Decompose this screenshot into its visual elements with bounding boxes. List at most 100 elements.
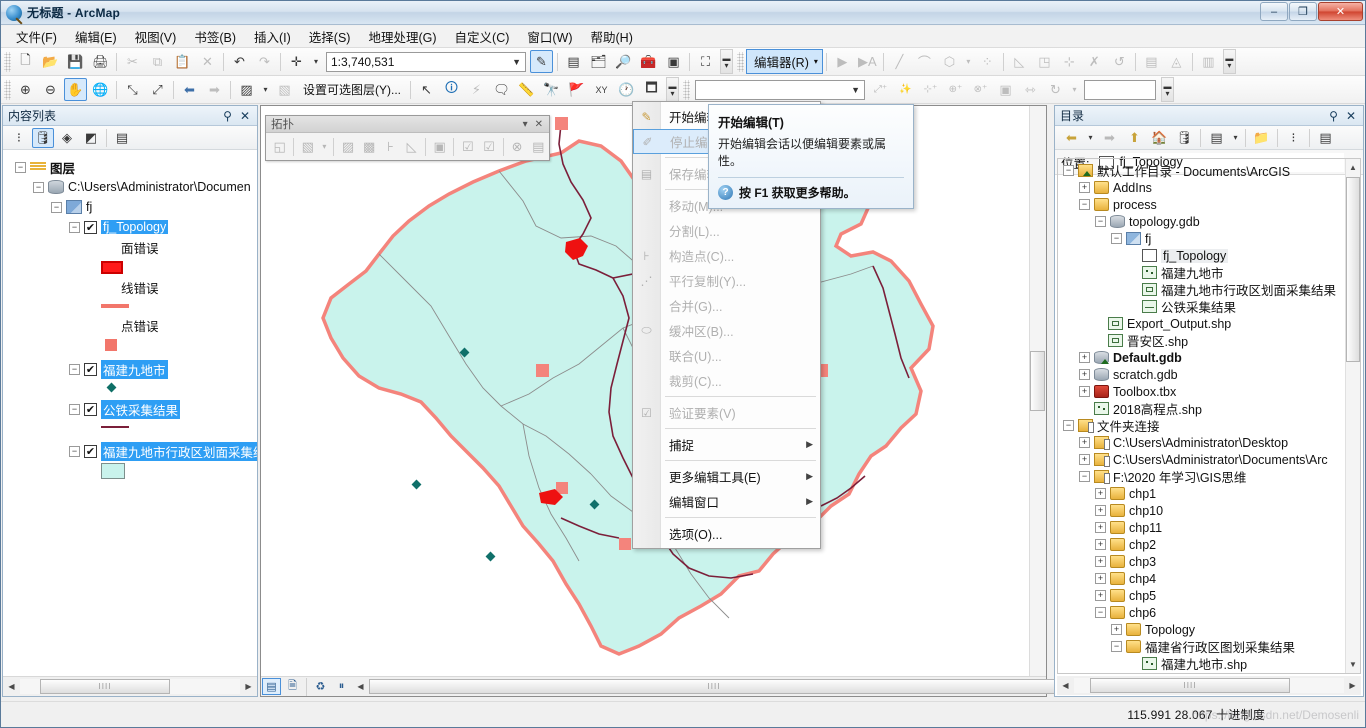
- expander-icon[interactable]: −: [1095, 216, 1106, 227]
- catalog-node[interactable]: − fj: [1061, 230, 1360, 247]
- menu-item-split[interactable]: 分割(L)...: [633, 218, 820, 243]
- fixed-zoom-out-icon[interactable]: ⤢: [146, 78, 169, 101]
- chevron-down-icon[interactable]: ▼: [512, 57, 521, 67]
- go-to-xy-icon[interactable]: XY: [590, 78, 613, 101]
- catalog-node[interactable]: + Toolbox.tbx: [1061, 383, 1360, 400]
- expander-icon[interactable]: +: [1079, 454, 1090, 465]
- fixed-zoom-in-icon[interactable]: ⤡: [121, 78, 144, 101]
- open-document-icon[interactable]: 📂: [39, 50, 62, 73]
- mirror-features-icon[interactable]: ⊹: [1058, 50, 1081, 73]
- snapping-toolbar-overflow-button[interactable]: ▬ ▾: [1161, 77, 1174, 102]
- sketch-properties-icon[interactable]: ◬: [1165, 50, 1188, 73]
- toc-options-icon[interactable]: ▤: [111, 128, 133, 148]
- catalog-node[interactable]: − process: [1061, 196, 1360, 213]
- catalog-node[interactable]: 福建九地市: [1061, 264, 1360, 281]
- rotate-icon[interactable]: ↻: [1044, 78, 1067, 101]
- curve-segment-icon[interactable]: ⌒: [913, 50, 936, 73]
- dimension-tool-icon[interactable]: ⇿: [1019, 78, 1042, 101]
- editor-toolbar-toggle-icon[interactable]: ✎: [530, 50, 553, 73]
- split-tool-icon[interactable]: ⁘: [976, 50, 999, 73]
- menu-item-construct-points[interactable]: ⊦ 构造点(C)...: [633, 243, 820, 268]
- scroll-left-icon[interactable]: ◀: [1057, 677, 1074, 694]
- close-icon[interactable]: ✕: [240, 109, 250, 123]
- expander-icon[interactable]: +: [1079, 182, 1090, 193]
- catalog-window-icon[interactable]: 🗂: [587, 50, 610, 73]
- scroll-thumb[interactable]: [1030, 351, 1045, 411]
- redo-icon[interactable]: ↷: [253, 50, 276, 73]
- map-topology-icon[interactable]: ◱: [270, 136, 289, 157]
- list-by-source-icon[interactable]: 🛢: [32, 127, 54, 148]
- catalog-node[interactable]: 福建九地市行政区划面采集结果: [1061, 281, 1360, 298]
- cut-icon[interactable]: ✂: [121, 50, 144, 73]
- catalog-node[interactable]: − 默认工作目录 - Documents\ArcGIS: [1061, 162, 1360, 179]
- catalog-node[interactable]: Export_Output.shp: [1061, 315, 1360, 332]
- new-document-icon[interactable]: 🗋: [14, 50, 37, 73]
- catalog-node[interactable]: − topology.gdb: [1061, 213, 1360, 230]
- close-icon[interactable]: ✕: [1346, 109, 1356, 123]
- catalog-node[interactable]: − 文件夹连接: [1061, 417, 1360, 434]
- menu-item-copy-parallel[interactable]: ⋰ 平行复制(Y)...: [633, 268, 820, 293]
- arctoolbox-window-icon[interactable]: 🧰: [637, 50, 660, 73]
- topology-dropdown-caret[interactable]: ▾: [319, 136, 329, 157]
- edit-tool-icon[interactable]: ▶: [831, 50, 854, 73]
- scroll-left-icon[interactable]: ◀: [352, 678, 369, 695]
- rotation-angle-input[interactable]: [1084, 79, 1156, 100]
- editor-menu-button[interactable]: 编辑器(R) ▾: [746, 49, 823, 74]
- pin-icon[interactable]: ⚲: [1329, 109, 1338, 123]
- expander-icon[interactable]: −: [15, 161, 26, 173]
- back-icon[interactable]: ⬅: [1060, 126, 1083, 149]
- toc-node-layers[interactable]: − 图层: [9, 157, 257, 177]
- scroll-down-icon[interactable]: ▼: [1346, 656, 1360, 673]
- contents-dropdown-caret[interactable]: ▾: [1230, 126, 1241, 149]
- menu-item-validate-features[interactable]: ☑ 验证要素(V): [633, 400, 820, 425]
- catalog-node[interactable]: + Default.gdb: [1061, 349, 1360, 366]
- next-extent-icon[interactable]: ➡: [203, 78, 226, 101]
- expander-icon[interactable]: −: [1111, 641, 1122, 652]
- catalog-node[interactable]: − F:\2020 年学习\GIS思维: [1061, 468, 1360, 485]
- menu-help[interactable]: 帮助(H): [582, 24, 642, 49]
- menu-item-more-editing-tools[interactable]: 更多编辑工具(E) ▶: [633, 464, 820, 489]
- pin-icon[interactable]: ⚲: [223, 109, 232, 123]
- pause-drawing-icon[interactable]: ⏸: [332, 678, 351, 695]
- menu-item-snapping[interactable]: 捕捉 ▶: [633, 432, 820, 457]
- modify-feature-icon[interactable]: ↺: [1108, 50, 1131, 73]
- connect-to-folder-icon[interactable]: 📁: [1250, 126, 1273, 149]
- catalog-node[interactable]: + chp10: [1061, 502, 1360, 519]
- close-button[interactable]: ✕: [1318, 2, 1363, 21]
- chevron-down-icon[interactable]: ▾: [523, 119, 528, 130]
- toc-node-xingzhengquhua[interactable]: − ✔ 福建九地市行政区划面采集结: [9, 441, 257, 461]
- trace-dropdown-caret[interactable]: ▾: [963, 50, 974, 73]
- planarize-lines-icon[interactable]: ▣: [430, 136, 449, 157]
- delete-vertex-icon[interactable]: ⊗⁺: [969, 78, 992, 101]
- zoom-out-icon[interactable]: ⊖: [39, 78, 62, 101]
- expander-icon[interactable]: −: [69, 403, 80, 415]
- layer-visibility-checkbox[interactable]: ✔: [84, 402, 97, 416]
- up-one-level-icon[interactable]: ⬆: [1123, 126, 1146, 149]
- pan-icon[interactable]: ✋: [64, 78, 87, 101]
- trace-tool-icon[interactable]: ⬡: [938, 50, 961, 73]
- full-extent-icon[interactable]: 🌐: [89, 78, 112, 101]
- home-icon[interactable]: 🏠: [1148, 126, 1171, 149]
- toolbar-grip[interactable]: [4, 51, 11, 72]
- scroll-thumb[interactable]: [1346, 177, 1360, 362]
- expander-icon[interactable]: +: [1095, 488, 1106, 499]
- add-vertex-icon[interactable]: ⊹⁺: [919, 78, 942, 101]
- expander-icon[interactable]: −: [1095, 607, 1106, 618]
- catalog-options-icon[interactable]: ▤: [1314, 126, 1337, 149]
- scroll-thumb[interactable]: IIII: [369, 679, 1059, 694]
- add-data-dropdown-caret[interactable]: ▾: [310, 50, 322, 73]
- straight-segment-icon[interactable]: ╱: [888, 50, 911, 73]
- expander-icon[interactable]: +: [1079, 437, 1090, 448]
- scroll-track[interactable]: IIII: [1074, 678, 1344, 693]
- catalog-node-selected[interactable]: fj_Topology: [1061, 247, 1360, 264]
- catalog-node[interactable]: − 福建省行政区图划采集结果: [1061, 638, 1360, 655]
- model-builder-icon[interactable]: ⛶: [694, 50, 717, 73]
- undo-icon[interactable]: ↶: [228, 50, 251, 73]
- fix-topology-error-icon[interactable]: ⊗: [508, 136, 527, 157]
- menu-item-options[interactable]: 选项(O)...: [633, 521, 820, 546]
- magic-wand-icon[interactable]: ✨: [894, 78, 917, 101]
- expander-icon[interactable]: +: [1095, 556, 1106, 567]
- paste-icon[interactable]: 📋: [171, 50, 194, 73]
- minimize-button[interactable]: –: [1260, 2, 1288, 21]
- topology-toolbar-header[interactable]: 拓扑 ▾ ✕: [266, 116, 549, 133]
